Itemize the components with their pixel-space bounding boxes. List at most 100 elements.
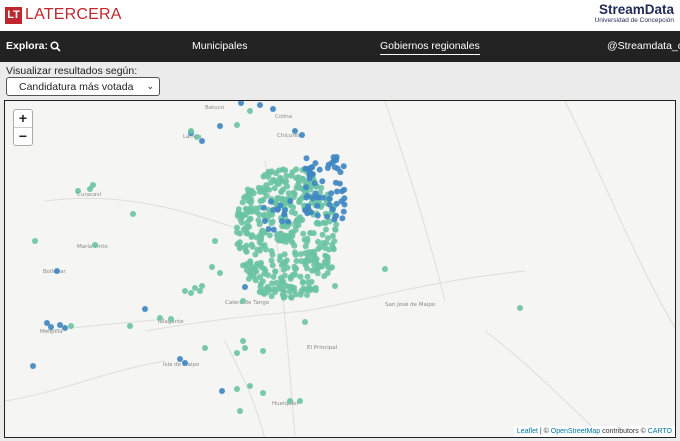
result-point[interactable] bbox=[282, 282, 289, 289]
result-point[interactable] bbox=[177, 356, 183, 362]
result-point[interactable] bbox=[247, 189, 254, 196]
result-point[interactable] bbox=[298, 288, 305, 295]
result-point[interactable] bbox=[238, 101, 244, 106]
result-point[interactable] bbox=[338, 198, 345, 205]
result-point[interactable] bbox=[194, 134, 200, 140]
result-point[interactable] bbox=[256, 221, 263, 228]
result-point[interactable] bbox=[251, 266, 258, 273]
result-point[interactable] bbox=[295, 184, 302, 191]
result-point[interactable] bbox=[327, 265, 334, 272]
nav-item-gobiernos-regionales[interactable]: Gobiernos regionales bbox=[380, 40, 480, 55]
carto-link[interactable]: CARTO bbox=[648, 428, 672, 435]
result-point[interactable] bbox=[270, 106, 276, 112]
result-point[interactable] bbox=[271, 285, 278, 292]
result-point[interactable] bbox=[252, 277, 259, 284]
result-point[interactable] bbox=[287, 198, 294, 204]
nav-item-municipales[interactable]: Municipales bbox=[192, 40, 247, 52]
zoom-in-button[interactable]: + bbox=[14, 110, 32, 127]
result-point[interactable] bbox=[259, 243, 266, 250]
map-container[interactable]: Batuco Lampa Colina Chicureo Curacaví María P… bbox=[4, 100, 676, 438]
result-point[interactable] bbox=[339, 215, 346, 222]
result-point[interactable] bbox=[332, 226, 339, 233]
result-point[interactable] bbox=[331, 216, 338, 223]
result-point[interactable] bbox=[326, 195, 333, 202]
latercera-logo-text[interactable]: LATERCERA bbox=[25, 5, 122, 25]
result-point[interactable] bbox=[168, 316, 174, 322]
result-point[interactable] bbox=[272, 268, 279, 275]
result-point[interactable] bbox=[303, 155, 310, 162]
result-point[interactable] bbox=[248, 234, 255, 240]
result-point[interactable] bbox=[316, 166, 323, 173]
result-point[interactable] bbox=[329, 206, 336, 213]
result-point[interactable] bbox=[292, 128, 298, 134]
result-point[interactable] bbox=[266, 232, 273, 239]
result-point[interactable] bbox=[293, 265, 299, 272]
result-point[interactable] bbox=[54, 268, 60, 274]
result-point[interactable] bbox=[309, 171, 316, 178]
result-point[interactable] bbox=[30, 363, 36, 369]
result-point[interactable] bbox=[260, 348, 266, 354]
result-point[interactable] bbox=[274, 206, 281, 213]
result-point[interactable] bbox=[277, 174, 283, 181]
result-point[interactable] bbox=[328, 190, 335, 197]
result-point[interactable] bbox=[182, 288, 188, 294]
result-point[interactable] bbox=[199, 138, 205, 144]
result-point[interactable] bbox=[281, 211, 288, 218]
result-point[interactable] bbox=[269, 280, 275, 287]
result-point[interactable] bbox=[313, 194, 320, 201]
result-point[interactable] bbox=[319, 178, 326, 185]
result-point[interactable] bbox=[182, 360, 188, 366]
result-point[interactable] bbox=[287, 275, 294, 282]
result-point[interactable] bbox=[265, 226, 272, 232]
result-point[interactable] bbox=[142, 306, 148, 312]
result-point[interactable] bbox=[209, 264, 215, 270]
result-point[interactable] bbox=[261, 218, 268, 224]
result-point[interactable] bbox=[307, 230, 314, 236]
result-point[interactable] bbox=[240, 338, 246, 344]
result-point[interactable] bbox=[311, 180, 318, 187]
result-point[interactable] bbox=[257, 232, 264, 239]
result-point[interactable] bbox=[257, 102, 263, 108]
result-point[interactable] bbox=[322, 245, 329, 251]
result-point[interactable] bbox=[32, 238, 38, 244]
result-point[interactable] bbox=[268, 168, 275, 175]
result-point[interactable] bbox=[517, 305, 523, 311]
result-point[interactable] bbox=[304, 192, 311, 199]
result-point[interactable] bbox=[202, 345, 208, 351]
result-point[interactable] bbox=[291, 249, 298, 256]
result-point[interactable] bbox=[291, 287, 298, 294]
result-point[interactable] bbox=[299, 132, 305, 138]
result-point[interactable] bbox=[299, 175, 306, 182]
result-point[interactable] bbox=[247, 108, 253, 114]
result-point[interactable] bbox=[291, 190, 298, 197]
result-point[interactable] bbox=[311, 267, 318, 274]
result-point[interactable] bbox=[314, 262, 321, 269]
result-point[interactable] bbox=[316, 220, 323, 227]
result-point[interactable] bbox=[302, 207, 309, 214]
result-point[interactable] bbox=[258, 264, 265, 271]
result-point[interactable] bbox=[317, 244, 324, 251]
result-point[interactable] bbox=[90, 182, 96, 188]
result-point[interactable] bbox=[297, 251, 304, 258]
result-point[interactable] bbox=[297, 217, 304, 224]
result-point[interactable] bbox=[340, 208, 347, 215]
result-point[interactable] bbox=[288, 294, 294, 300]
result-point[interactable] bbox=[299, 279, 306, 286]
result-point[interactable] bbox=[234, 122, 240, 128]
twitter-handle-link[interactable]: @Streamdata_cl bbox=[607, 40, 680, 52]
result-point[interactable] bbox=[275, 167, 282, 174]
result-point[interactable] bbox=[324, 165, 331, 171]
result-point[interactable] bbox=[265, 173, 272, 180]
result-point[interactable] bbox=[336, 180, 343, 187]
explora-button[interactable]: Explora: bbox=[6, 40, 61, 52]
result-point[interactable] bbox=[275, 180, 282, 187]
result-point[interactable] bbox=[278, 218, 285, 225]
result-point[interactable] bbox=[247, 383, 253, 389]
result-point[interactable] bbox=[341, 186, 348, 193]
result-point[interactable] bbox=[315, 238, 321, 245]
result-point[interactable] bbox=[292, 271, 299, 278]
result-point[interactable] bbox=[234, 386, 240, 392]
result-point[interactable] bbox=[312, 287, 319, 294]
result-point[interactable] bbox=[282, 167, 289, 174]
result-point[interactable] bbox=[269, 251, 276, 258]
